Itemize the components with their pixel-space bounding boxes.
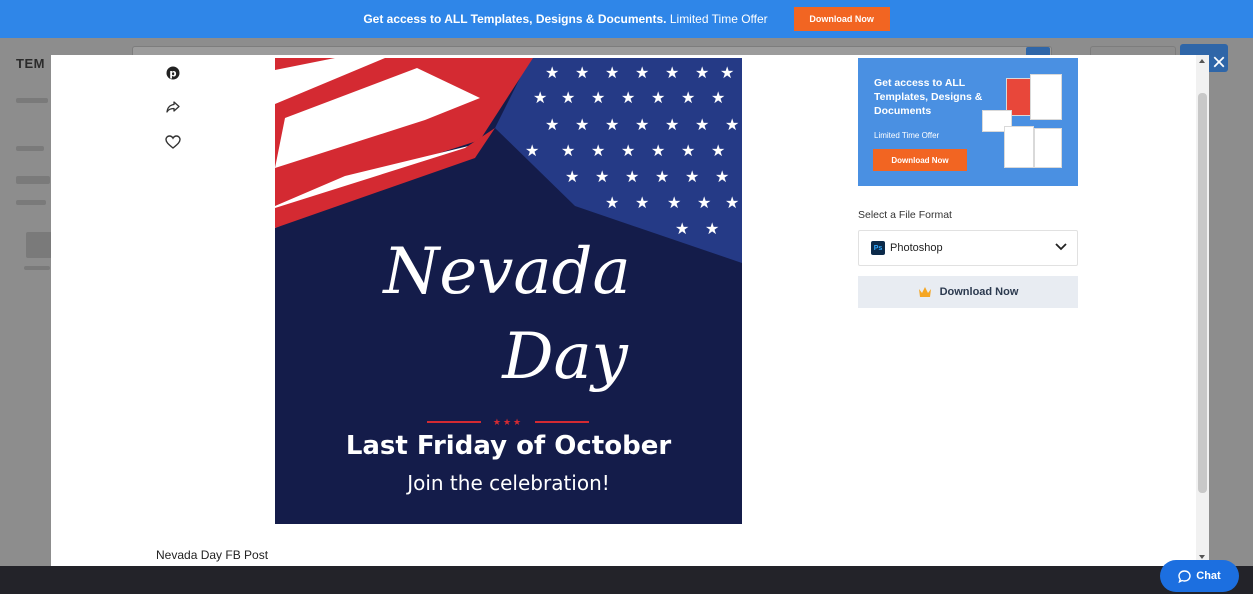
ad-title: Get access to ALL Templates, Designs & D… — [874, 77, 983, 117]
heart-icon[interactable] — [165, 134, 181, 150]
share-icon[interactable] — [165, 99, 181, 115]
file-format-value: Photoshop — [890, 242, 943, 254]
pinterest-icon[interactable]: p — [165, 65, 181, 81]
poster-script-title: Nevada Day — [381, 235, 630, 394]
document-thumbnail — [1004, 126, 1034, 168]
background-thumbnail — [26, 232, 52, 258]
svg-text:Nevada: Nevada — [381, 235, 630, 309]
document-thumbnail — [1034, 128, 1062, 168]
download-now-label: Download Now — [939, 286, 1019, 298]
download-now-button[interactable]: Download Now — [858, 276, 1078, 308]
file-format-label: Select a File Format — [858, 209, 952, 221]
ad-subtitle: Limited Time Offer — [874, 131, 940, 140]
scroll-up-arrow-icon[interactable] — [1199, 59, 1205, 63]
promo-text: Get access to ALL Templates, Designs & D… — [363, 12, 768, 26]
template-preview-modal: p ★ ★ ★ ★ ★ ★ ★ ★ ★ ★ ★ ★ ★ ★ ★ ★ ★ ★ ★ ★ ★ ★ ★ ★ ★ ★ ★ ★ ★ ★ ★ ★ ★ ★ — [51, 55, 1209, 566]
modal-scrollbar[interactable] — [1196, 55, 1209, 566]
background-text — [24, 266, 50, 270]
ad-download-button[interactable]: Download Now — [873, 149, 967, 171]
promo-bar: Get access to ALL Templates, Designs & D… — [0, 0, 1253, 38]
poster-subheadline: Join the celebration! — [407, 471, 610, 495]
template-preview-image: ★ ★ ★ ★ ★ ★ ★ ★ ★ ★ ★ ★ ★ ★ ★ ★ ★ ★ ★ ★ ★ ★ ★ ★ ★ ★ ★ ★ ★ ★ ★ ★ ★ ★ ★… — [275, 58, 742, 524]
promo-ad-card[interactable]: Get access to ALL Templates, Designs & D… — [858, 58, 1078, 186]
background-text — [16, 146, 44, 151]
background-text — [16, 200, 46, 205]
brand-logo: TEM — [16, 56, 45, 71]
chat-button[interactable]: Chat — [1160, 560, 1239, 592]
poster-divider: ★★★ — [427, 417, 589, 427]
document-thumbnail — [1030, 74, 1062, 120]
background-heading — [16, 176, 50, 184]
chat-label: Chat — [1196, 570, 1221, 582]
poster-headline: Last Friday of October — [345, 431, 672, 461]
scrollbar-thumb[interactable] — [1198, 93, 1207, 493]
chat-bubble-icon — [1178, 569, 1191, 583]
scroll-down-arrow-icon[interactable] — [1199, 555, 1205, 559]
background-text — [16, 98, 48, 103]
template-title: Nevada Day FB Post — [156, 548, 269, 562]
photoshop-icon: Ps — [871, 241, 885, 255]
crown-icon — [918, 287, 931, 297]
chevron-down-icon — [1055, 243, 1067, 251]
background-footer — [0, 566, 1253, 594]
svg-text:Day: Day — [501, 320, 628, 394]
close-icon[interactable]: × — [1208, 51, 1230, 75]
file-format-select[interactable]: Ps Photoshop — [858, 230, 1078, 266]
promo-download-button[interactable]: Download Now — [793, 7, 890, 31]
svg-text:p: p — [169, 69, 176, 80]
